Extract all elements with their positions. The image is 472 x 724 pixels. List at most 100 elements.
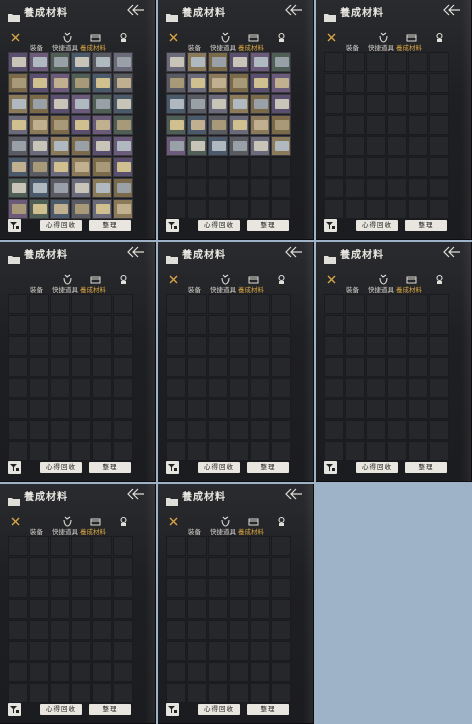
inventory-slot[interactable]: [113, 73, 133, 93]
inventory-slot[interactable]: [29, 378, 49, 398]
recycle-button[interactable]: 心得回收: [198, 220, 240, 231]
inventory-slot[interactable]: [71, 73, 91, 93]
inventory-slot[interactable]: [324, 294, 344, 314]
inventory-slot[interactable]: [50, 599, 70, 619]
inventory-slot[interactable]: [429, 315, 449, 335]
inventory-slot[interactable]: [113, 536, 133, 556]
inventory-slot[interactable]: [429, 157, 449, 177]
inventory-slot[interactable]: [208, 420, 228, 440]
inventory-slot[interactable]: [29, 115, 49, 135]
inventory-slot[interactable]: [8, 599, 28, 619]
inventory-slot[interactable]: [8, 73, 28, 93]
inventory-slot[interactable]: [166, 578, 186, 598]
inventory-slot[interactable]: [408, 420, 428, 440]
tab-1[interactable]: 快捷道具: [210, 284, 236, 294]
back-arrow-icon[interactable]: [125, 244, 145, 258]
inventory-slot[interactable]: [345, 336, 365, 356]
inventory-slot[interactable]: [50, 536, 70, 556]
inventory-slot[interactable]: [50, 115, 70, 135]
material-icon[interactable]: [118, 28, 129, 42]
tab-2[interactable]: 養成材料: [80, 284, 106, 294]
inventory-slot[interactable]: [387, 136, 407, 156]
inventory-slot[interactable]: [345, 52, 365, 72]
inventory-slot[interactable]: [166, 315, 186, 335]
inventory-slot[interactable]: [166, 683, 186, 703]
inventory-slot[interactable]: [92, 399, 112, 419]
inventory-slot[interactable]: [50, 315, 70, 335]
inventory-slot[interactable]: [229, 683, 249, 703]
inventory-slot[interactable]: [187, 336, 207, 356]
tab-0[interactable]: 裝备: [188, 42, 201, 52]
inventory-slot[interactable]: [8, 420, 28, 440]
inventory-slot[interactable]: [387, 157, 407, 177]
inventory-slot[interactable]: [229, 136, 249, 156]
inventory-slot[interactable]: [50, 52, 70, 72]
tab-2[interactable]: 養成材料: [238, 42, 264, 52]
inventory-slot[interactable]: [366, 157, 386, 177]
close-x-icon[interactable]: [10, 28, 21, 42]
chest-icon[interactable]: [406, 270, 417, 284]
sort-button[interactable]: 整理: [89, 704, 131, 715]
inventory-slot[interactable]: [229, 620, 249, 640]
inventory-slot[interactable]: [8, 199, 28, 219]
inventory-slot[interactable]: [208, 662, 228, 682]
inventory-slot[interactable]: [366, 441, 386, 461]
filter-icon[interactable]: [8, 219, 21, 232]
inventory-slot[interactable]: [250, 420, 270, 440]
inventory-slot[interactable]: [166, 157, 186, 177]
inventory-slot[interactable]: [208, 52, 228, 72]
tab-0[interactable]: 裝备: [346, 42, 359, 52]
inventory-slot[interactable]: [29, 294, 49, 314]
inventory-slot[interactable]: [345, 115, 365, 135]
inventory-slot[interactable]: [8, 557, 28, 577]
inventory-slot[interactable]: [271, 157, 291, 177]
inventory-slot[interactable]: [271, 336, 291, 356]
armor-icon[interactable]: [220, 28, 231, 43]
inventory-slot[interactable]: [50, 199, 70, 219]
inventory-slot[interactable]: [50, 399, 70, 419]
inventory-slot[interactable]: [8, 115, 28, 135]
material-icon[interactable]: [118, 270, 129, 284]
inventory-slot[interactable]: [250, 136, 270, 156]
inventory-slot[interactable]: [113, 136, 133, 156]
inventory-slot[interactable]: [71, 94, 91, 114]
inventory-slot[interactable]: [250, 336, 270, 356]
inventory-slot[interactable]: [8, 683, 28, 703]
inventory-slot[interactable]: [250, 399, 270, 419]
inventory-slot[interactable]: [229, 52, 249, 72]
inventory-slot[interactable]: [166, 73, 186, 93]
inventory-slot[interactable]: [113, 641, 133, 661]
inventory-slot[interactable]: [71, 641, 91, 661]
inventory-slot[interactable]: [208, 620, 228, 640]
inventory-slot[interactable]: [92, 683, 112, 703]
inventory-slot[interactable]: [113, 294, 133, 314]
inventory-slot[interactable]: [429, 136, 449, 156]
filter-icon[interactable]: [166, 461, 179, 474]
inventory-slot[interactable]: [29, 199, 49, 219]
inventory-slot[interactable]: [208, 294, 228, 314]
material-icon[interactable]: [434, 270, 445, 284]
sort-button[interactable]: 整理: [405, 220, 447, 231]
inventory-slot[interactable]: [8, 662, 28, 682]
inventory-slot[interactable]: [92, 315, 112, 335]
inventory-slot[interactable]: [345, 94, 365, 114]
tab-2[interactable]: 養成材料: [238, 284, 264, 294]
inventory-slot[interactable]: [113, 357, 133, 377]
inventory-slot[interactable]: [8, 94, 28, 114]
inventory-slot[interactable]: [429, 399, 449, 419]
inventory-slot[interactable]: [345, 199, 365, 219]
inventory-slot[interactable]: [92, 115, 112, 135]
filter-icon[interactable]: [324, 219, 337, 232]
inventory-slot[interactable]: [429, 52, 449, 72]
inventory-slot[interactable]: [8, 294, 28, 314]
inventory-slot[interactable]: [324, 115, 344, 135]
inventory-slot[interactable]: [113, 557, 133, 577]
inventory-slot[interactable]: [366, 378, 386, 398]
tab-0[interactable]: 裝备: [346, 284, 359, 294]
inventory-slot[interactable]: [50, 94, 70, 114]
inventory-slot[interactable]: [8, 578, 28, 598]
back-arrow-icon[interactable]: [441, 244, 461, 258]
inventory-slot[interactable]: [8, 357, 28, 377]
filter-icon[interactable]: [8, 703, 21, 716]
inventory-slot[interactable]: [50, 683, 70, 703]
